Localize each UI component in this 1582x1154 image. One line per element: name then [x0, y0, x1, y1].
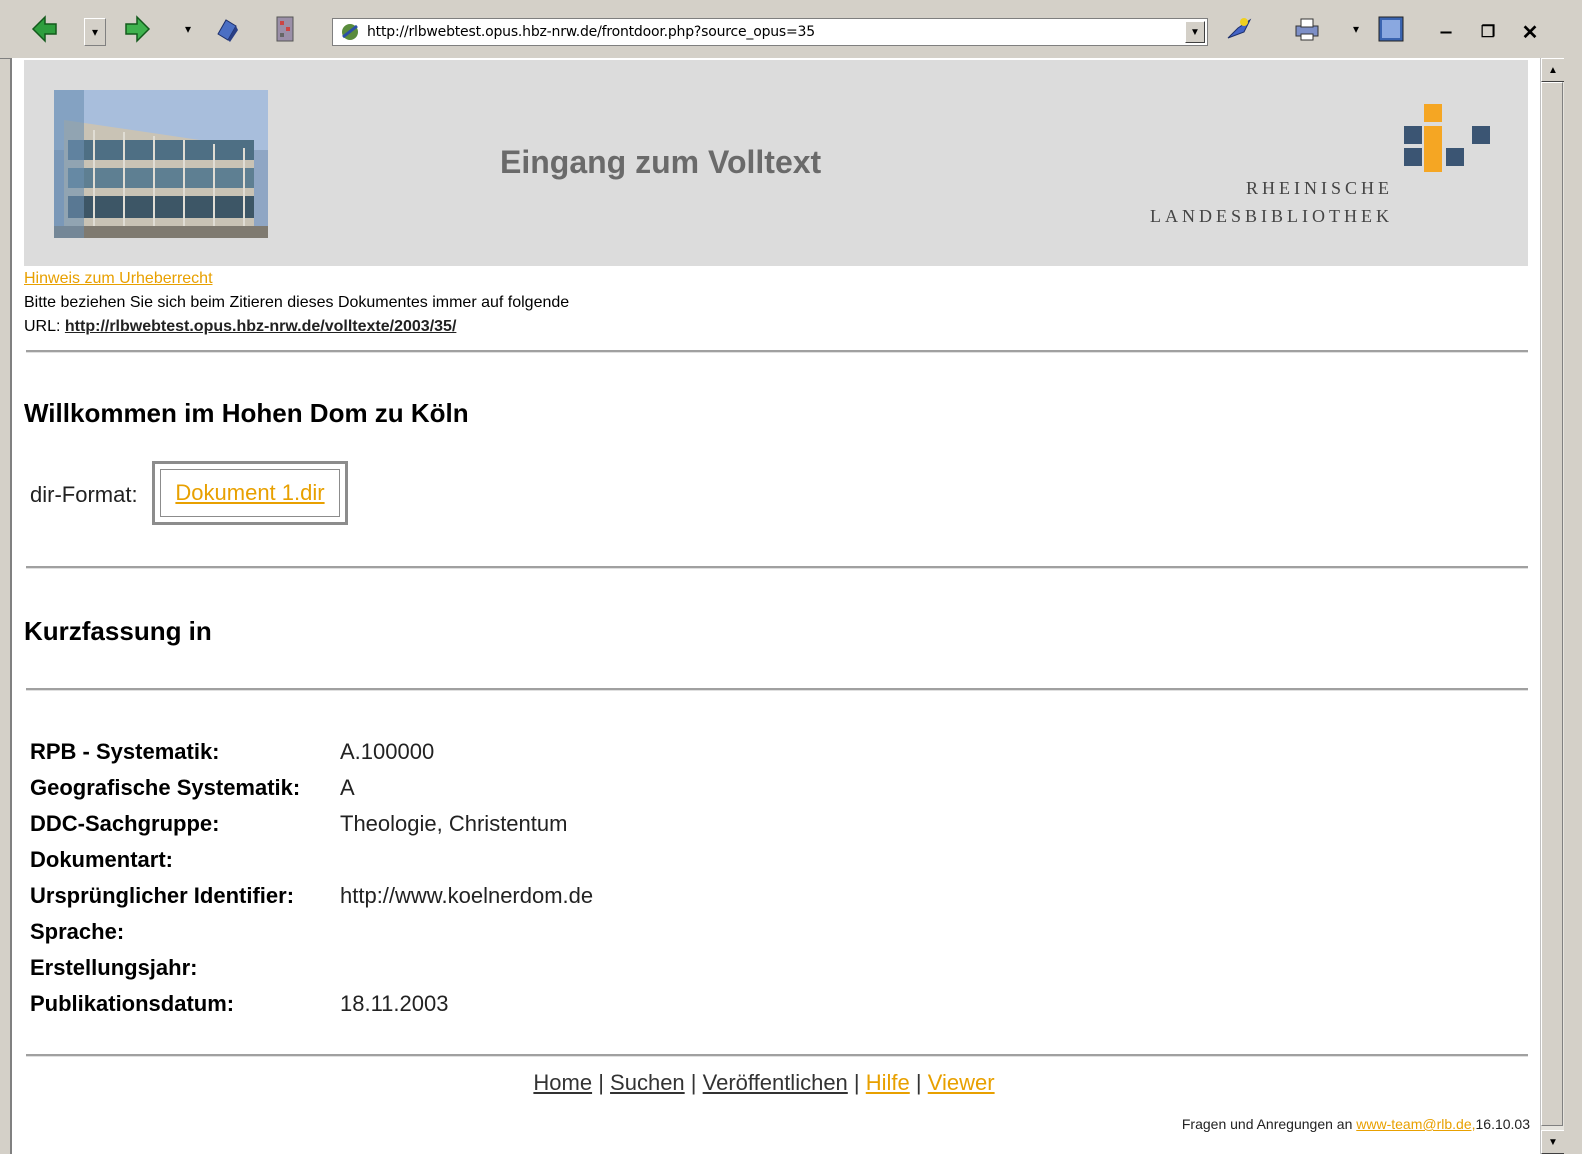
logo-text-line2: LANDESBIBLIOTHEK: [1150, 206, 1393, 226]
nav-separator: |: [853, 1070, 860, 1095]
metadata-row: DDC-Sachgruppe: Theologie, Christentum: [30, 806, 593, 842]
metadata-value: A: [340, 775, 355, 800]
bookmark-icon[interactable]: [1222, 12, 1256, 46]
url-label: URL:: [24, 318, 61, 335]
nav-search-link[interactable]: Suchen: [610, 1070, 685, 1095]
abstract-heading: Kurzfassung in: [24, 616, 212, 646]
metadata-row: RPB - Systematik: A.100000: [30, 734, 593, 770]
fullscreen-icon[interactable]: [1374, 12, 1408, 46]
scroll-down-icon[interactable]: ▼: [1541, 1130, 1565, 1154]
copyright-link[interactable]: Hinweis zum Urheberrecht: [24, 270, 213, 288]
back-dropdown-icon[interactable]: ▾: [84, 18, 106, 46]
nav-separator: |: [598, 1070, 604, 1095]
metadata-value: A.100000: [340, 739, 435, 764]
contact-prefix: Fragen und Anregungen an: [1181, 1116, 1353, 1132]
document-title: Willkommen im Hohen Dom zu Köln: [24, 398, 469, 428]
format-label: dir-Format:: [30, 482, 138, 507]
metadata-key: RPB - Systematik:: [30, 739, 220, 764]
format-box: Dokument 1.dir: [152, 461, 348, 525]
stop-icon[interactable]: [268, 12, 302, 46]
library-logo: [1404, 104, 1496, 174]
permanent-url-link[interactable]: http://rlbwebtest.opus.hbz-nrw.de/vollte…: [65, 318, 456, 335]
page-icon: [339, 21, 361, 43]
metadata-row: Publikationsdatum: 18.11.2003: [30, 986, 593, 1022]
nav-help-link[interactable]: Hilfe: [866, 1070, 910, 1095]
logo-text-line1: RHEINISCHE: [1246, 178, 1393, 198]
reload-icon[interactable]: [210, 12, 244, 46]
footer-contact: Fragen und Anregungen an www-team@rlb.de…: [1182, 1116, 1530, 1132]
close-icon[interactable]: ✕: [1516, 18, 1544, 46]
browser-toolbar: ▾ ▾ http://rlbwebtest.opus.hbz-nrw.de/fr…: [0, 0, 1582, 59]
metadata-row: Erstellungsjahr:: [30, 950, 593, 986]
restore-icon[interactable]: ❐: [1474, 18, 1502, 46]
window-edge: [1564, 58, 1582, 1154]
header-banner: Eingang zum Volltext RHEINISCHE LANDESBI…: [24, 60, 1528, 266]
footer-date: 16.10.03: [1475, 1116, 1531, 1132]
metadata-row: Sprache:: [30, 914, 593, 950]
divider: [26, 688, 1528, 691]
metadata-value: http://www.koelnerdom.de: [340, 883, 594, 908]
nav-home-link[interactable]: Home: [533, 1070, 592, 1095]
metadata-row: Dokumentart:: [30, 842, 593, 878]
metadata-key: Sprache:: [30, 919, 125, 944]
divider: [26, 350, 1528, 353]
vertical-scrollbar[interactable]: ▲ ▼: [1540, 58, 1565, 1154]
metadata-value: Theologie, Christentum: [340, 811, 568, 836]
metadata-key: Geografische Systematik:: [30, 775, 301, 800]
address-dropdown-icon[interactable]: ▼: [1185, 21, 1205, 43]
minimize-icon[interactable]: ‒: [1432, 18, 1460, 46]
metadata-value: 18.11.2003: [340, 991, 449, 1016]
nav-separator: |: [690, 1070, 697, 1095]
divider: [26, 566, 1528, 569]
metadata-key: Publikationsdatum:: [30, 991, 235, 1016]
forward-dropdown-icon[interactable]: ▾: [178, 12, 198, 46]
metadata-row: Geografische Systematik: A: [30, 770, 593, 806]
nav-publish-link[interactable]: Veröffentlichen: [703, 1070, 848, 1095]
format-box-inner: Dokument 1.dir: [160, 469, 340, 517]
building-photo: [54, 90, 268, 238]
metadata-key: Ursprünglicher Identifier:: [30, 883, 295, 908]
print-dropdown-icon[interactable]: ▾: [1346, 12, 1366, 46]
back-icon[interactable]: [28, 12, 62, 46]
contact-email-link[interactable]: www-team@rlb.de,: [1356, 1116, 1475, 1132]
address-url[interactable]: http://rlbwebtest.opus.hbz-nrw.de/frontd…: [367, 24, 815, 40]
address-bar[interactable]: http://rlbwebtest.opus.hbz-nrw.de/frontd…: [332, 18, 1208, 46]
url-line: URL: http://rlbwebtest.opus.hbz-nrw.de/v…: [24, 318, 456, 336]
scroll-up-icon[interactable]: ▲: [1541, 58, 1565, 82]
metadata-row: Ursprünglicher Identifier: http://www.ko…: [30, 878, 593, 914]
metadata-table: RPB - Systematik: A.100000 Geografische …: [30, 734, 593, 1022]
page-content: Eingang zum Volltext RHEINISCHE LANDESBI…: [10, 58, 1540, 1154]
nav-viewer-link[interactable]: Viewer: [928, 1070, 995, 1095]
cite-notice: Bitte beziehen Sie sich beim Zitieren di…: [24, 294, 570, 311]
metadata-key: Erstellungsjahr:: [30, 955, 198, 980]
divider: [26, 1054, 1528, 1057]
scroll-thumb[interactable]: [1541, 82, 1563, 1126]
footer-nav: Home | Suchen | Veröffentlichen | Hilfe …: [12, 1070, 1516, 1096]
banner-title: Eingang zum Volltext: [500, 144, 822, 180]
document-link[interactable]: Dokument 1.dir: [175, 480, 324, 506]
metadata-key: Dokumentart:: [30, 847, 174, 872]
print-icon[interactable]: [1290, 12, 1324, 46]
metadata-key: DDC-Sachgruppe:: [30, 811, 220, 836]
nav-separator: |: [915, 1070, 922, 1095]
forward-icon[interactable]: [120, 12, 154, 46]
